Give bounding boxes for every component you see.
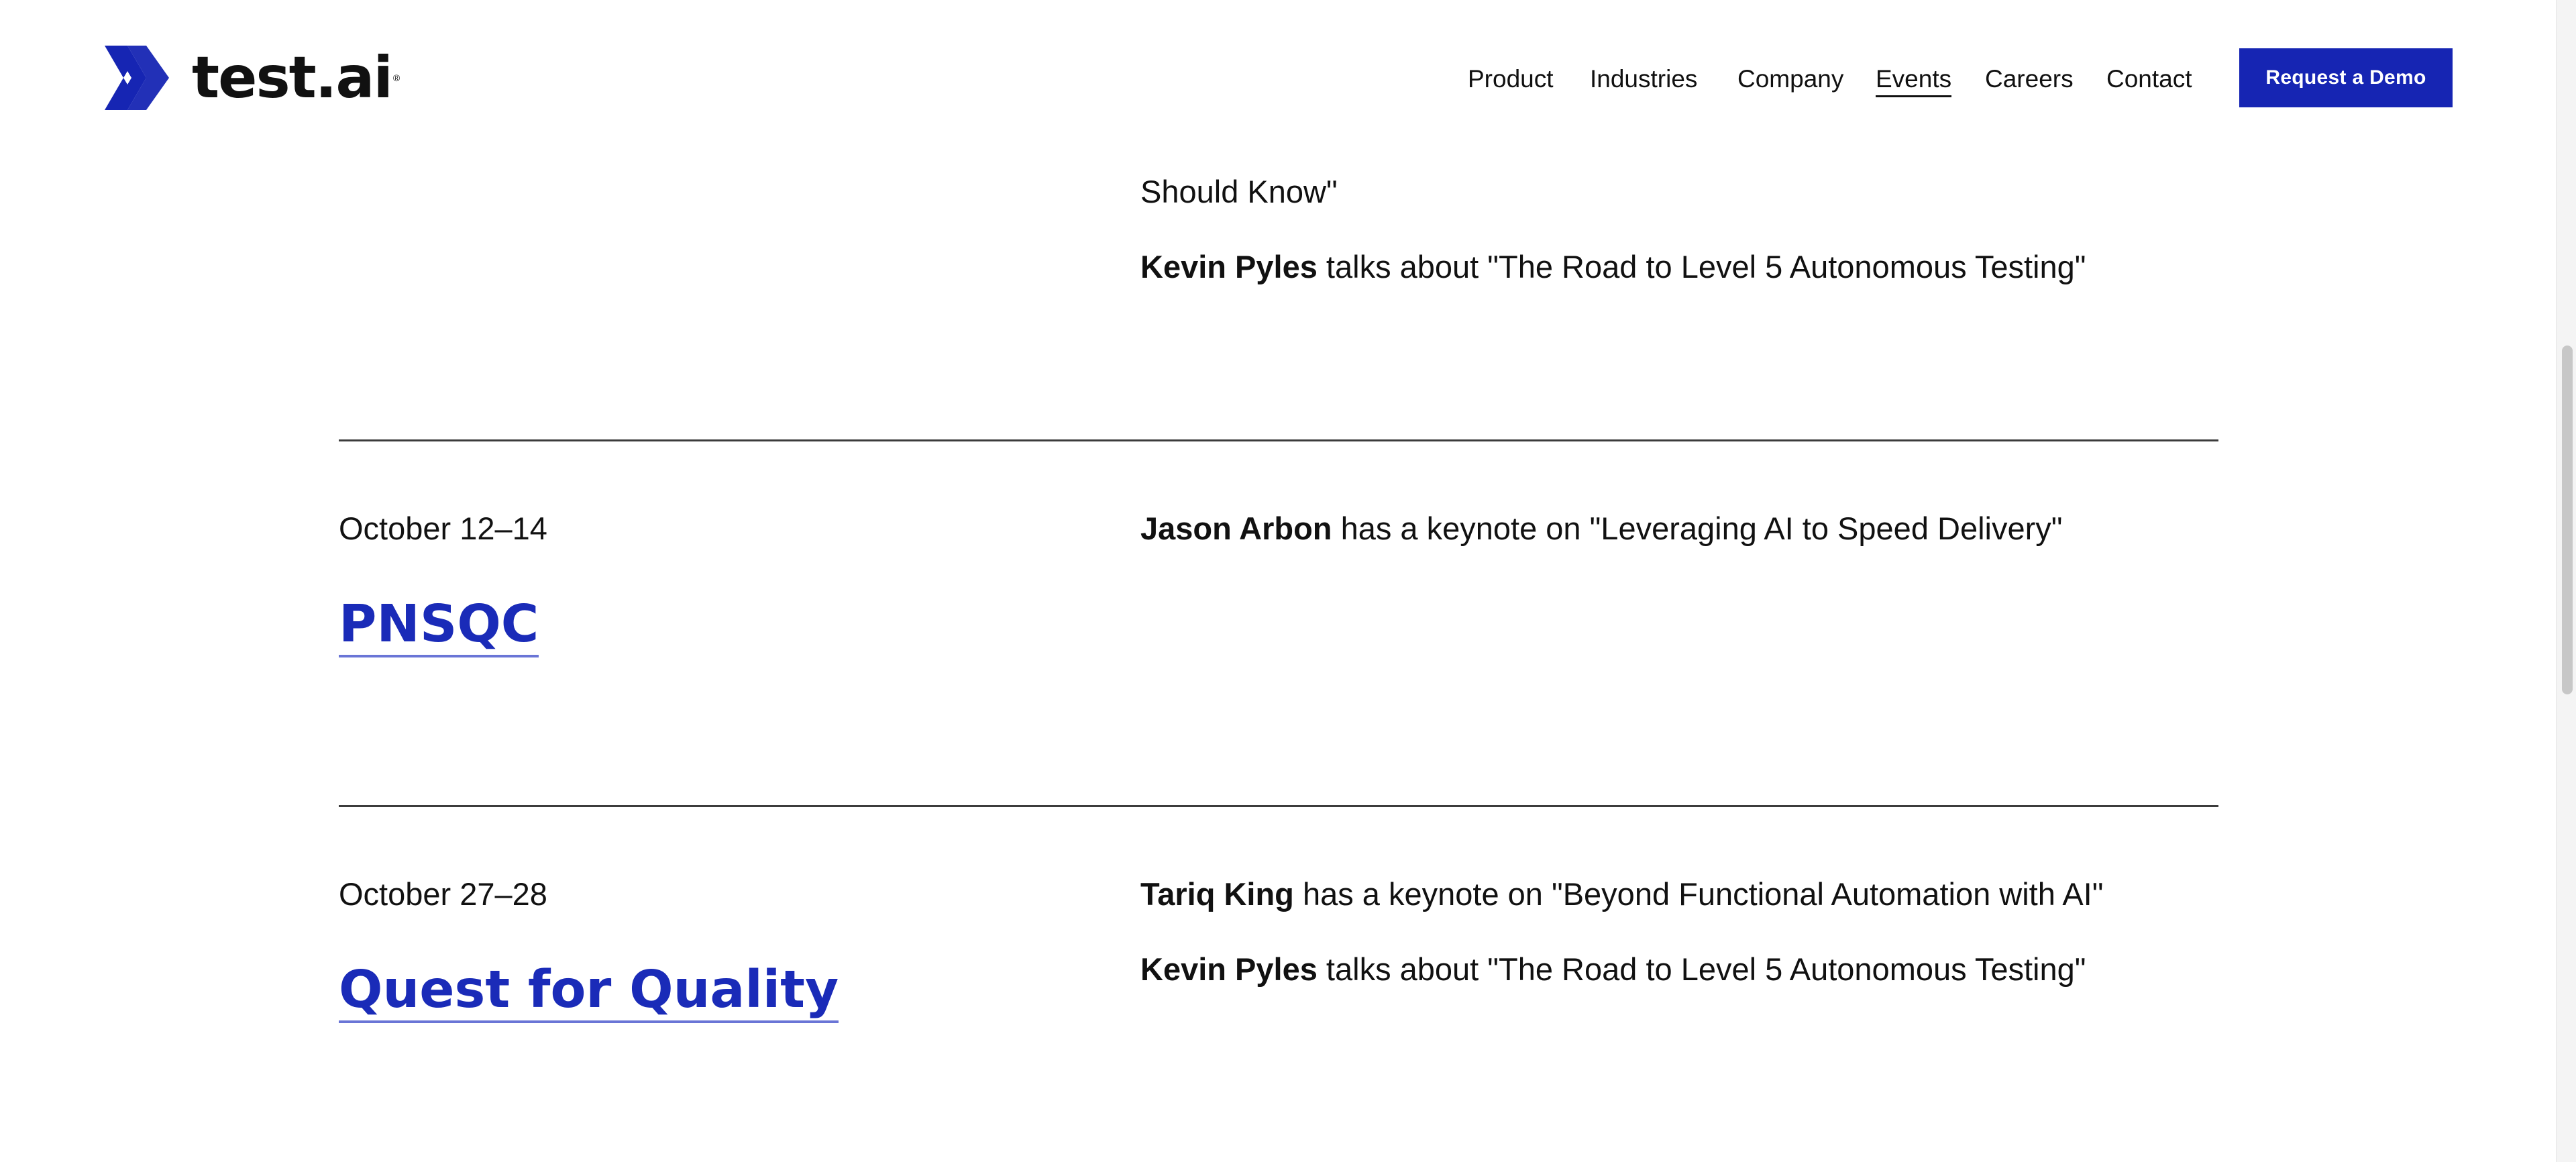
- nav-contact[interactable]: Contact: [2106, 64, 2192, 94]
- talk-description: talks about "The Road to Level 5 Autonom…: [1317, 249, 2086, 284]
- test-ai-logo-icon: [105, 46, 169, 110]
- quest-talk-2: Kevin Pyles talks about "The Road to Lev…: [1140, 951, 2086, 988]
- speaker-name: Kevin Pyles: [1140, 249, 1318, 284]
- site-header: test.ai ® Product Industries Company Eve…: [0, 0, 2556, 154]
- request-demo-button[interactable]: Request a Demo: [2239, 48, 2453, 107]
- talk-description: has a keynote on "Beyond Functional Auto…: [1293, 876, 2104, 912]
- event-date: October 12–14: [339, 511, 547, 546]
- talk-description: has a keynote on "Leveraging AI to Speed…: [1332, 511, 2063, 546]
- prev-talk-tail: Should Know": [1140, 174, 1338, 209]
- nav-careers[interactable]: Careers: [1985, 64, 2074, 94]
- nav-product[interactable]: Product: [1468, 64, 1554, 94]
- speaker-name: Jason Arbon: [1140, 511, 1332, 546]
- nav-company[interactable]: Company: [1737, 64, 1843, 94]
- speaker-name: Tariq King: [1140, 876, 1294, 912]
- event-date: October 27–28: [339, 876, 547, 912]
- logo-wordmark: test.ai: [192, 44, 393, 111]
- nav-industries[interactable]: Industries: [1590, 64, 1697, 94]
- event-divider: [339, 439, 2218, 441]
- pnsqc-talk-1: Jason Arbon has a keynote on "Leveraging…: [1140, 510, 2062, 547]
- event-divider: [339, 805, 2218, 807]
- registered-mark: ®: [392, 72, 400, 83]
- vertical-scrollbar[interactable]: [2556, 0, 2576, 1162]
- speaker-name: Kevin Pyles: [1140, 951, 1318, 987]
- event-title-link-pnsqc[interactable]: PNSQC: [339, 594, 539, 657]
- scrollbar-thumb[interactable]: [2562, 346, 2573, 694]
- prev-talk-2: Kevin Pyles talks about "The Road to Lev…: [1140, 248, 2086, 286]
- page: test.ai ® Product Industries Company Eve…: [0, 0, 2576, 1162]
- talk-description: talks about "The Road to Level 5 Autonom…: [1317, 951, 2086, 987]
- event-title-link-quest-for-quality[interactable]: Quest for Quality: [339, 960, 839, 1023]
- logo[interactable]: test.ai ®: [105, 46, 400, 110]
- quest-talk-1: Tariq King has a keynote on "Beyond Func…: [1140, 876, 2103, 913]
- nav-events[interactable]: Events: [1876, 64, 1952, 97]
